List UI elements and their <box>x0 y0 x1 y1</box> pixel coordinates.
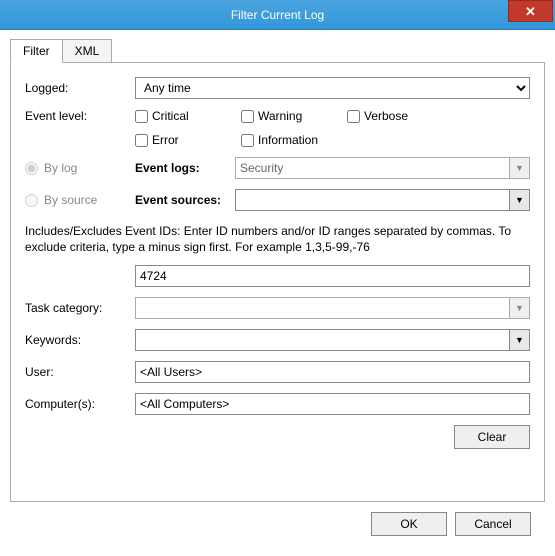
verbose-checkbox-wrap[interactable]: Verbose <box>347 109 447 123</box>
error-label: Error <box>152 133 179 147</box>
chevron-down-icon[interactable]: ▼ <box>509 330 529 350</box>
by-source-label: By source <box>44 193 97 207</box>
keywords-combo[interactable]: ▼ <box>135 329 530 351</box>
user-label: User: <box>25 365 135 379</box>
event-ids-help: Includes/Excludes Event IDs: Enter ID nu… <box>25 223 530 255</box>
critical-checkbox[interactable] <box>135 110 148 123</box>
by-log-radio <box>25 162 38 175</box>
chevron-down-icon[interactable]: ▼ <box>509 190 529 210</box>
task-category-combo: ▼ <box>135 297 530 319</box>
warning-checkbox[interactable] <box>241 110 254 123</box>
warning-label: Warning <box>258 109 302 123</box>
event-logs-label: Event logs: <box>135 161 235 175</box>
chevron-down-icon: ▼ <box>509 158 529 178</box>
tab-strip: Filter XML <box>10 39 545 63</box>
cancel-button[interactable]: Cancel <box>455 512 531 536</box>
error-checkbox-wrap[interactable]: Error <box>135 133 235 147</box>
task-category-label: Task category: <box>25 301 135 315</box>
by-source-radio-wrap: By source <box>25 193 135 207</box>
chevron-down-icon: ▼ <box>509 298 529 318</box>
computers-label: Computer(s): <box>25 397 135 411</box>
event-logs-value: Security <box>236 158 509 178</box>
keywords-label: Keywords: <box>25 333 135 347</box>
critical-checkbox-wrap[interactable]: Critical <box>135 109 235 123</box>
event-sources-combo[interactable]: ▼ <box>235 189 530 211</box>
filter-panel: Logged: Any time Event level: Critical W… <box>10 62 545 502</box>
information-checkbox[interactable] <box>241 134 254 147</box>
tab-filter[interactable]: Filter <box>10 39 63 63</box>
critical-label: Critical <box>152 109 189 123</box>
verbose-checkbox[interactable] <box>347 110 360 123</box>
event-sources-label: Event sources: <box>135 193 235 207</box>
by-log-radio-wrap: By log <box>25 161 135 175</box>
ok-button[interactable]: OK <box>371 512 447 536</box>
information-label: Information <box>258 133 318 147</box>
by-log-label: By log <box>44 161 77 175</box>
error-checkbox[interactable] <box>135 134 148 147</box>
task-category-value <box>136 298 509 318</box>
logged-label: Logged: <box>25 81 135 95</box>
dialog-footer: OK Cancel <box>10 502 545 536</box>
close-icon: ✕ <box>525 5 536 18</box>
by-source-radio <box>25 194 38 207</box>
logged-select[interactable]: Any time <box>135 77 530 99</box>
information-checkbox-wrap[interactable]: Information <box>241 133 351 147</box>
event-level-label: Event level: <box>25 109 135 123</box>
clear-button[interactable]: Clear <box>454 425 530 449</box>
tab-xml[interactable]: XML <box>63 39 113 63</box>
event-ids-input[interactable] <box>135 265 530 287</box>
event-logs-combo: Security ▼ <box>235 157 530 179</box>
warning-checkbox-wrap[interactable]: Warning <box>241 109 341 123</box>
close-button[interactable]: ✕ <box>508 0 553 22</box>
event-sources-value <box>236 190 509 210</box>
verbose-label: Verbose <box>364 109 408 123</box>
title-bar: Filter Current Log ✕ <box>0 0 555 30</box>
user-input[interactable] <box>135 361 530 383</box>
window-title: Filter Current Log <box>0 8 555 22</box>
keywords-value <box>136 330 509 350</box>
computers-input[interactable] <box>135 393 530 415</box>
